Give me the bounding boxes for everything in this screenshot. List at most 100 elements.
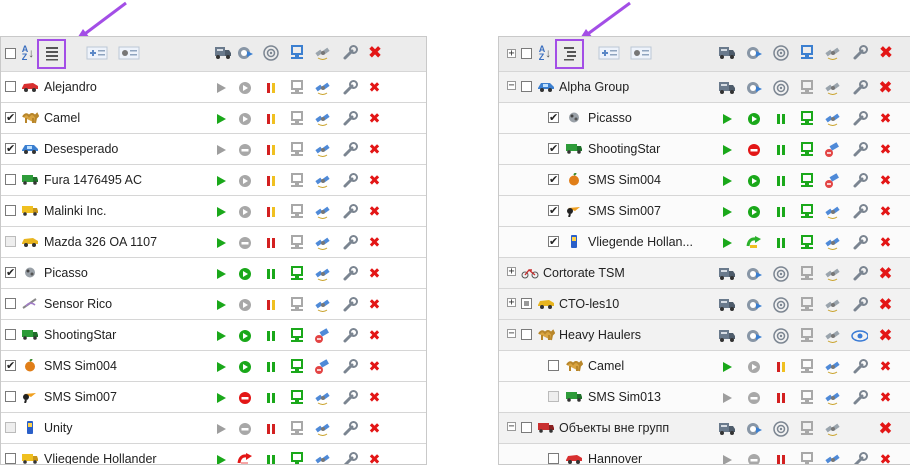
target-icon[interactable] — [772, 420, 789, 437]
tree-unit-row[interactable]: ✔Vliegende Hollan...✖ — [499, 227, 910, 258]
unit-row[interactable]: Unity✖ — [1, 413, 426, 444]
satellite-icon[interactable] — [824, 358, 841, 375]
monitor-icon[interactable] — [288, 44, 306, 62]
unit-row[interactable]: Fura 1476495 AC✖ — [1, 165, 426, 196]
satellite-icon[interactable] — [314, 327, 331, 344]
satellite-icon[interactable] — [314, 420, 331, 437]
delete-icon[interactable]: ✖ — [366, 203, 383, 220]
monitor-icon[interactable] — [798, 44, 816, 62]
unit-name[interactable]: Camel — [588, 351, 624, 381]
unit-name[interactable]: Vliegende Hollan... — [588, 227, 693, 257]
satellite-icon[interactable] — [824, 265, 841, 282]
monitor-icon[interactable] — [798, 203, 815, 220]
tree-unit-row[interactable]: Hannover✖ — [499, 444, 910, 465]
signal-icon[interactable] — [262, 420, 279, 437]
monitor-icon[interactable] — [798, 265, 815, 282]
play-icon[interactable] — [212, 79, 229, 96]
status-icon[interactable] — [236, 172, 253, 189]
monitor-icon[interactable] — [288, 172, 305, 189]
delete-group-icon[interactable]: ✖ — [877, 296, 894, 313]
unit-row[interactable]: ✔Picasso✖ — [1, 258, 426, 289]
select-all-checkbox[interactable] — [521, 48, 532, 59]
status-icon[interactable] — [745, 358, 762, 375]
wrench-icon[interactable] — [851, 110, 868, 127]
unit-row[interactable]: ✔Camel✖ — [1, 103, 426, 134]
status-icon[interactable] — [236, 327, 253, 344]
satellite-icon[interactable] — [314, 265, 331, 282]
delete-group-icon[interactable]: ✖ — [877, 327, 894, 344]
collapse-icon[interactable]: − — [507, 329, 516, 338]
group-name[interactable]: Объекты вне групп — [559, 413, 669, 443]
monitor-icon[interactable] — [288, 420, 305, 437]
monitor-icon[interactable] — [288, 265, 305, 282]
monitor-icon[interactable] — [798, 296, 815, 313]
status-icon[interactable] — [236, 79, 253, 96]
signal-icon[interactable] — [772, 141, 789, 158]
satellite-icon[interactable] — [824, 203, 841, 220]
monitor-icon[interactable] — [798, 389, 815, 406]
play-icon[interactable] — [212, 420, 229, 437]
delete-icon[interactable]: ✖ — [877, 110, 894, 127]
commands-truck-icon[interactable] — [718, 79, 735, 96]
tree-unit-row[interactable]: ✔SMS Sim007✖ — [499, 196, 910, 227]
monitor-icon[interactable] — [798, 420, 815, 437]
tree-unit-row[interactable]: SMS Sim013✖ — [499, 382, 910, 413]
status-icon[interactable] — [236, 420, 253, 437]
delete-all-icon[interactable]: ✖ — [877, 44, 895, 62]
wrench-icon[interactable] — [851, 172, 868, 189]
target-icon[interactable] — [772, 327, 789, 344]
unit-row[interactable]: Vliegende Hollander✖ — [1, 444, 426, 465]
target-icon[interactable] — [262, 44, 280, 62]
group-name[interactable]: CTO-les10 — [559, 289, 619, 319]
status-icon[interactable] — [236, 203, 253, 220]
satellite-icon[interactable] — [314, 44, 332, 62]
group-name[interactable]: Alpha Group — [559, 72, 629, 102]
status-icon[interactable] — [745, 203, 762, 220]
status-icon[interactable] — [236, 265, 253, 282]
unit-name[interactable]: Alejandro — [44, 72, 97, 102]
signal-icon[interactable] — [262, 79, 279, 96]
delete-icon[interactable]: ✖ — [877, 203, 894, 220]
unit-row[interactable]: Alejandro✖ — [1, 72, 426, 103]
group-row[interactable]: −Объекты вне групп✖ — [499, 413, 910, 444]
wrench-icon[interactable] — [851, 44, 869, 62]
unit-row[interactable]: ✔SMS Sim004✖ — [1, 351, 426, 382]
target-icon[interactable] — [772, 265, 789, 282]
monitor-icon[interactable] — [288, 203, 305, 220]
unit-checkbox[interactable] — [5, 422, 16, 433]
monitor-icon[interactable] — [288, 389, 305, 406]
delete-icon[interactable]: ✖ — [366, 389, 383, 406]
unit-name[interactable]: Malinki Inc. — [44, 196, 107, 226]
play-icon[interactable] — [212, 296, 229, 313]
unit-name[interactable]: Desesperado — [44, 134, 118, 164]
monitor-icon[interactable] — [798, 110, 815, 127]
play-icon[interactable] — [718, 110, 735, 127]
delete-group-icon[interactable]: ✖ — [877, 265, 894, 282]
collapse-icon[interactable]: − — [507, 81, 516, 90]
signal-icon[interactable] — [772, 389, 789, 406]
unit-checkbox[interactable]: ✔ — [548, 112, 559, 123]
satellite-icon[interactable] — [314, 389, 331, 406]
play-icon[interactable] — [212, 203, 229, 220]
unit-name[interactable]: SMS Sim007 — [44, 382, 117, 412]
delete-icon[interactable]: ✖ — [366, 296, 383, 313]
satellite-icon[interactable] — [824, 141, 841, 158]
satellite-icon[interactable] — [314, 203, 331, 220]
unit-checkbox[interactable]: ✔ — [5, 143, 16, 154]
signal-icon[interactable] — [262, 296, 279, 313]
unit-name[interactable]: Vliegende Hollander — [44, 444, 157, 465]
monitor-icon[interactable] — [288, 79, 305, 96]
satellite-icon[interactable] — [314, 110, 331, 127]
monitor-icon[interactable] — [798, 172, 815, 189]
status-icon[interactable] — [745, 110, 762, 127]
wrench-icon[interactable] — [851, 141, 868, 158]
signal-icon[interactable] — [262, 327, 279, 344]
play-icon[interactable] — [212, 110, 229, 127]
gear-play-icon[interactable] — [745, 420, 762, 437]
delete-icon[interactable]: ✖ — [877, 172, 894, 189]
target-icon[interactable] — [772, 296, 789, 313]
group-row[interactable]: +CTO-les10✖ — [499, 289, 910, 320]
wrench-icon[interactable] — [341, 234, 358, 251]
collapse-icon[interactable]: − — [507, 422, 516, 431]
status-icon[interactable] — [745, 172, 762, 189]
